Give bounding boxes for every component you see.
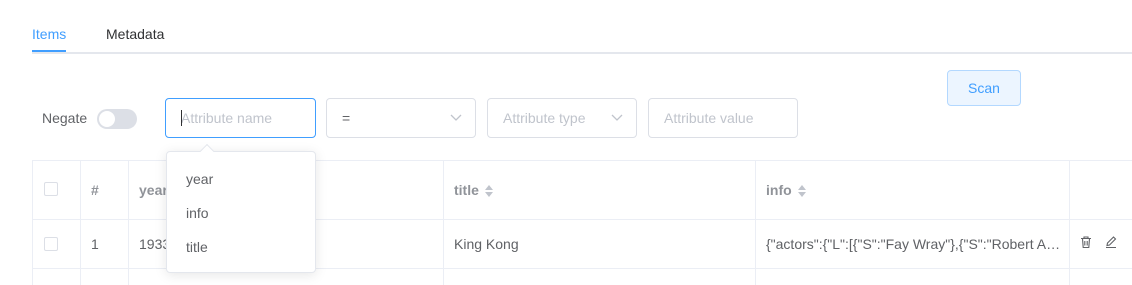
edit-icon[interactable]: [1104, 235, 1118, 249]
chevron-down-icon: [450, 114, 462, 121]
negate-toggle[interactable]: [97, 109, 137, 129]
header-year-label: year: [139, 182, 168, 198]
cell-title: King Kong: [454, 236, 519, 252]
tab-items[interactable]: Items: [32, 26, 66, 42]
header-info[interactable]: info: [766, 182, 806, 198]
column-divider: [128, 161, 129, 285]
column-divider: [80, 161, 81, 285]
header-title[interactable]: title: [454, 182, 493, 198]
dropdown-option-info[interactable]: info: [167, 196, 315, 230]
header-title-label: title: [454, 182, 479, 198]
header-index: #: [91, 182, 99, 198]
operator-value: =: [342, 110, 351, 126]
dropdown-arrow: [199, 143, 215, 159]
cell-index: 1: [91, 236, 99, 252]
select-all-checkbox[interactable]: [44, 182, 58, 196]
attribute-type-select[interactable]: Attribute type: [487, 98, 637, 138]
tab-metadata[interactable]: Metadata: [106, 26, 164, 42]
dropdown-option-year[interactable]: year: [167, 162, 315, 196]
header-info-label: info: [766, 182, 792, 198]
operator-select[interactable]: =: [326, 98, 476, 138]
sort-icon[interactable]: [484, 185, 493, 198]
attribute-name-field[interactable]: [165, 98, 316, 138]
text-caret: [181, 110, 182, 126]
cell-info: {"actors":{"L":[{"S":"Fay Wray"},{"S":"R…: [766, 236, 1062, 252]
column-divider: [443, 161, 444, 285]
scan-button[interactable]: Scan: [947, 70, 1021, 106]
attribute-type-placeholder: Attribute type: [503, 110, 586, 126]
chevron-down-icon: [611, 114, 623, 121]
tab-bar: Items Metadata: [32, 0, 1132, 54]
attribute-name-input[interactable]: [181, 99, 315, 137]
dropdown-option-title[interactable]: title: [167, 230, 315, 264]
row-checkbox[interactable]: [44, 237, 58, 251]
column-divider: [1069, 161, 1070, 285]
sort-icon[interactable]: [797, 185, 806, 198]
attribute-name-dropdown: year info title: [166, 143, 316, 273]
attribute-value-field[interactable]: [648, 98, 798, 138]
negate-label: Negate: [42, 110, 88, 126]
attribute-value-input[interactable]: [664, 99, 797, 137]
column-divider: [755, 161, 756, 285]
trash-icon[interactable]: [1079, 235, 1093, 249]
active-tab-indicator: [32, 50, 66, 52]
toggle-knob: [99, 111, 115, 127]
header-year[interactable]: year: [139, 182, 168, 198]
